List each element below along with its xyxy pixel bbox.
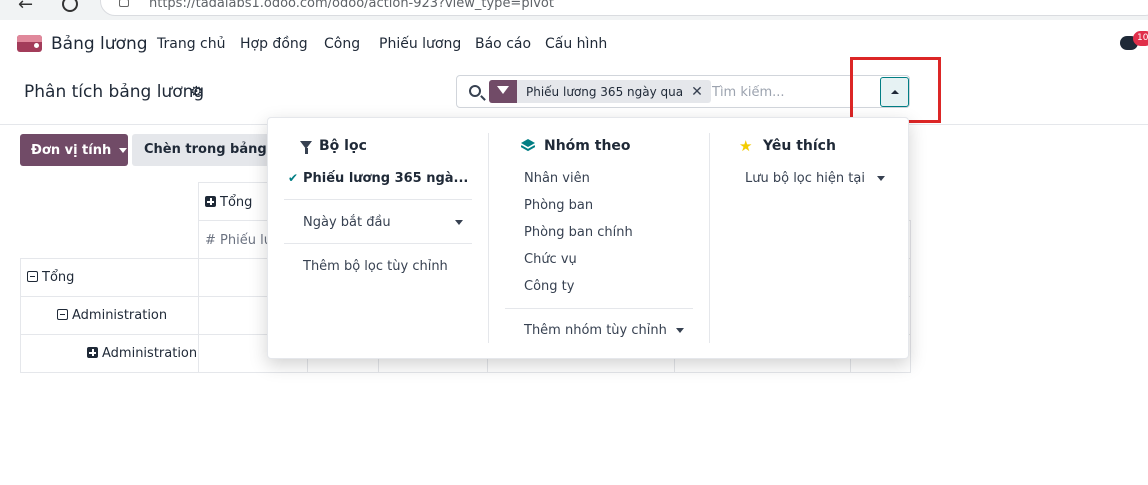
divider (284, 243, 472, 244)
layers-icon (521, 139, 535, 152)
filter-icon (300, 141, 312, 154)
divider (284, 199, 472, 200)
caret-down-icon[interactable] (455, 220, 463, 225)
pivot-row-header-department[interactable]: Administration (20, 296, 199, 335)
groupby-item-employee[interactable]: Nhân viên (524, 171, 590, 186)
nav-item-attendance[interactable]: Công (324, 36, 360, 52)
search-facet: Phiếu lương 365 ngày qua ✕ (489, 80, 711, 103)
plus-icon (205, 196, 216, 207)
search-input[interactable] (712, 82, 872, 102)
minus-icon (27, 271, 38, 282)
divider (505, 308, 693, 309)
filter-icon (489, 80, 517, 103)
chat-count-badge: 10 (1133, 31, 1148, 46)
plus-icon (87, 347, 98, 358)
nav-item-home[interactable]: Trang chủ (157, 36, 225, 52)
facet-label: Phiếu lương 365 ngày qua (526, 84, 684, 99)
search-bar[interactable]: Phiếu lương 365 ngày qua ✕ (456, 75, 910, 108)
back-arrow-icon[interactable]: ← (18, 0, 33, 15)
caret-down-icon[interactable] (877, 176, 885, 181)
caret-down-icon (119, 147, 128, 153)
add-custom-filter-link[interactable]: Thêm bộ lọc tùy chỉnh (303, 259, 448, 274)
search-options-dropdown: Bộ lọc ✔ Phiếu lương 365 ngà... Ngày bắt… (267, 117, 909, 359)
address-bar[interactable]: https://tadalabs1.odoo.com/odoo/action-9… (100, 0, 1148, 16)
browser-toolbar: ← https://tadalabs1.odoo.com/odoo/action… (0, 0, 1148, 20)
measures-button[interactable]: Đơn vị tính (20, 134, 128, 166)
payroll-app-icon[interactable] (17, 35, 42, 52)
close-icon[interactable]: ✕ (691, 84, 711, 100)
star-icon: ★ (739, 137, 753, 155)
nav-item-configuration[interactable]: Cấu hình (545, 36, 607, 52)
groupby-item-job-position[interactable]: Chức vụ (524, 252, 577, 267)
filters-heading: Bộ lọc (319, 138, 367, 154)
groupby-item-main-department[interactable]: Phòng ban chính (524, 225, 633, 240)
add-custom-group-select[interactable]: Thêm nhóm tùy chỉnh (524, 323, 667, 338)
pivot-row-header-total[interactable]: Tổng (20, 258, 199, 297)
measures-label: Đơn vị tính (31, 142, 112, 158)
groupby-heading: Nhóm theo (544, 138, 631, 154)
insert-in-spreadsheet-button[interactable]: Chèn trong bảng tính (132, 134, 272, 166)
nav-item-reporting[interactable]: Báo cáo (475, 36, 531, 52)
app-name[interactable]: Bảng lương (51, 34, 148, 54)
gear-icon[interactable]: ⚙ (190, 84, 203, 100)
column-separator (488, 133, 489, 343)
groupby-item-company[interactable]: Công ty (524, 279, 574, 294)
filter-item-start-date[interactable]: Ngày bắt đầu (303, 215, 391, 230)
nav-item-contracts[interactable]: Hợp đồng (240, 36, 308, 52)
search-icon[interactable] (469, 85, 481, 97)
groupby-item-department[interactable]: Phòng ban (524, 198, 593, 213)
minus-icon (57, 309, 68, 320)
reload-icon[interactable] (62, 0, 78, 12)
favorites-heading: Yêu thích (763, 138, 836, 154)
save-current-search-toggle[interactable]: Lưu bộ lọc hiện tại (745, 171, 865, 186)
site-info-icon[interactable] (119, 0, 129, 7)
caret-down-icon[interactable] (676, 328, 684, 333)
column-separator (709, 133, 710, 343)
main-navbar: Bảng lương Trang chủ Hợp đồng Công Phiếu… (0, 20, 1148, 68)
highlight-annotation (850, 57, 941, 123)
filter-item-last-365-days[interactable]: Phiếu lương 365 ngà... (303, 171, 468, 186)
url-text: https://tadalabs1.odoo.com/odoo/action-9… (149, 0, 554, 11)
check-icon: ✔ (288, 171, 299, 185)
pivot-row-header-subdepartment[interactable]: Administration (20, 334, 199, 373)
page-title: Phân tích bảng lương (24, 82, 205, 102)
nav-item-payslips[interactable]: Phiếu lương (379, 36, 461, 52)
